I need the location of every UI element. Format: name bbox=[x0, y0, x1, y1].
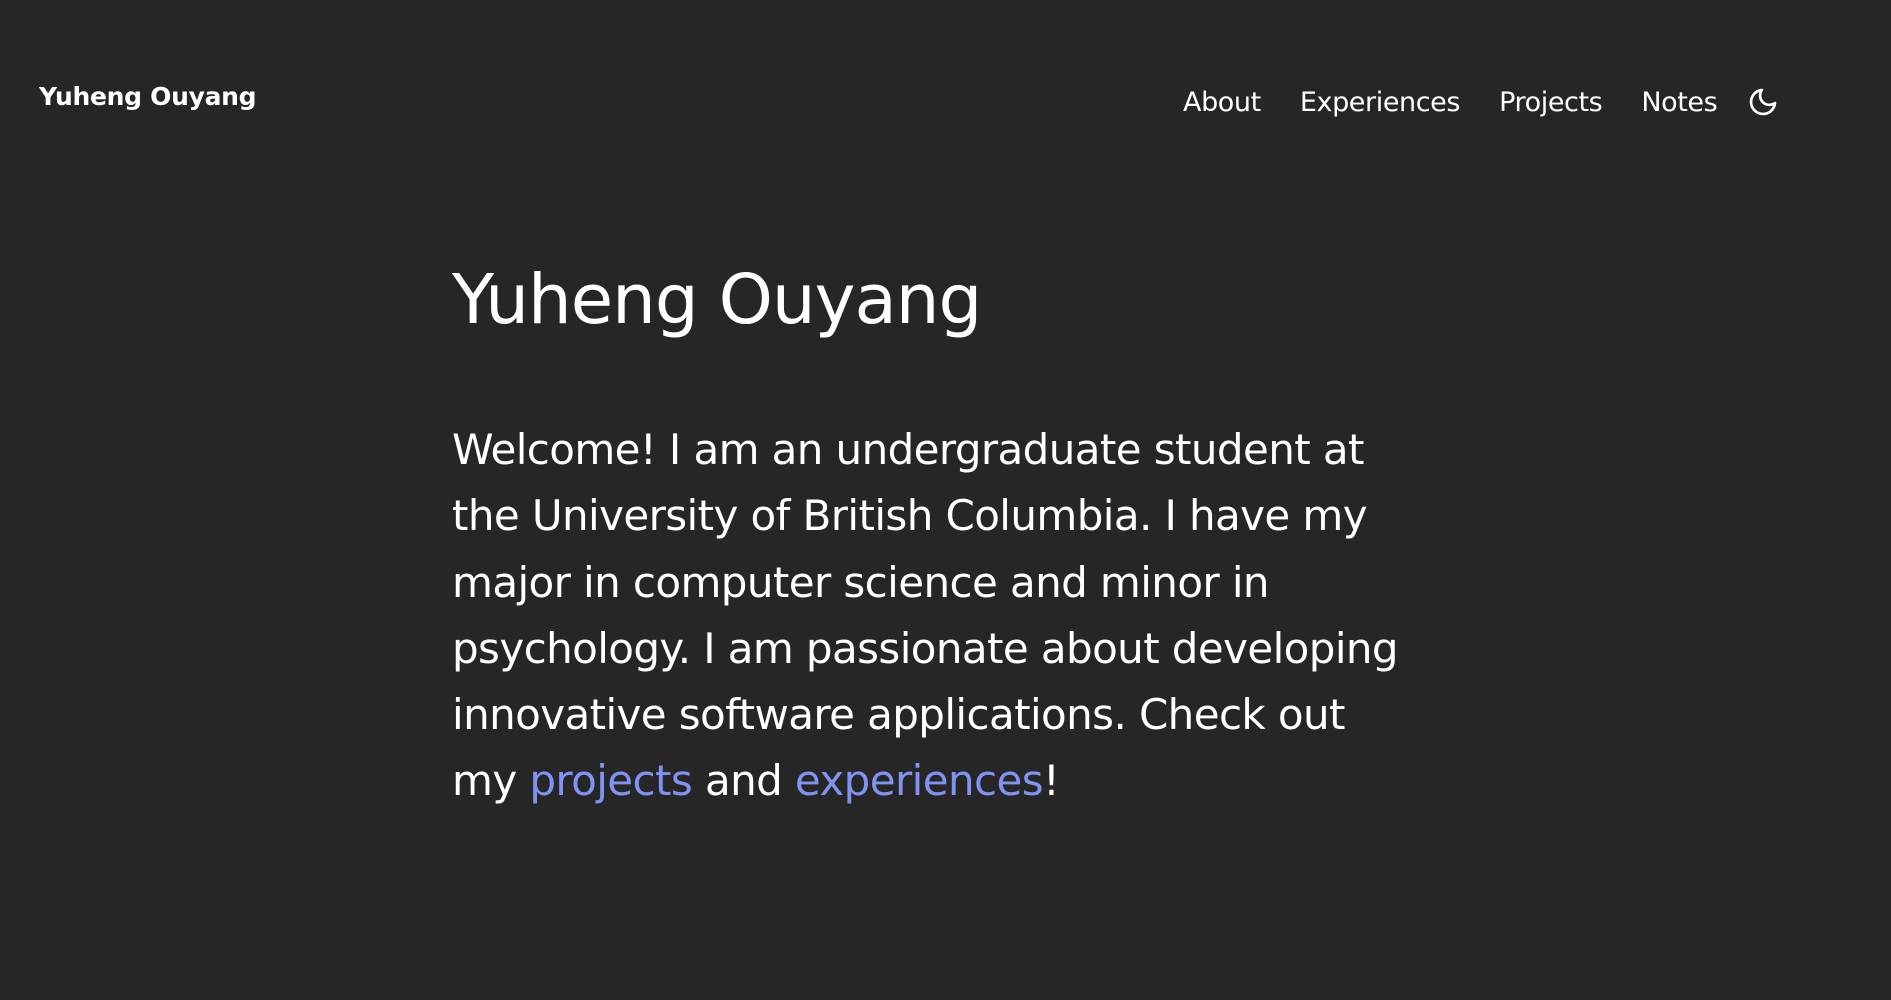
experiences-link[interactable]: experiences bbox=[795, 756, 1044, 805]
main-nav: About Experiences Projects Notes bbox=[1183, 82, 1780, 122]
intro-paragraph: Welcome! I am an undergraduate student a… bbox=[452, 417, 1452, 815]
nav-item-projects[interactable]: Projects bbox=[1499, 87, 1603, 118]
intro-line-links: my projects and experiences! bbox=[452, 748, 1452, 814]
projects-link[interactable]: projects bbox=[529, 756, 692, 805]
intro-text: ! bbox=[1042, 756, 1060, 806]
intro-line: psychology. I am passionate about develo… bbox=[452, 623, 1399, 673]
intro-line: Welcome! I am an undergraduate student a… bbox=[452, 425, 1364, 474]
intro-text: and bbox=[692, 756, 795, 806]
intro-line: innovative software applications. Check … bbox=[452, 690, 1345, 740]
main-content: Yuheng Ouyang Welcome! I am an undergrad… bbox=[452, 250, 1452, 815]
intro-line: major in computer science and minor in bbox=[452, 557, 1270, 607]
nav-item-notes[interactable]: Notes bbox=[1641, 87, 1717, 118]
page-title: Yuheng Ouyang bbox=[452, 260, 982, 340]
nav-item-about[interactable]: About bbox=[1183, 87, 1261, 118]
site-brand-link[interactable]: Yuheng Ouyang bbox=[39, 82, 257, 111]
nav-item-experiences[interactable]: Experiences bbox=[1300, 87, 1461, 118]
intro-text: my bbox=[452, 756, 530, 806]
intro-line: the University of British Columbia. I ha… bbox=[452, 491, 1368, 541]
site-header: Yuheng Ouyang About Experiences Projects… bbox=[0, 0, 1891, 200]
theme-toggle-button[interactable] bbox=[1746, 85, 1780, 119]
moon-icon bbox=[1750, 88, 1777, 116]
